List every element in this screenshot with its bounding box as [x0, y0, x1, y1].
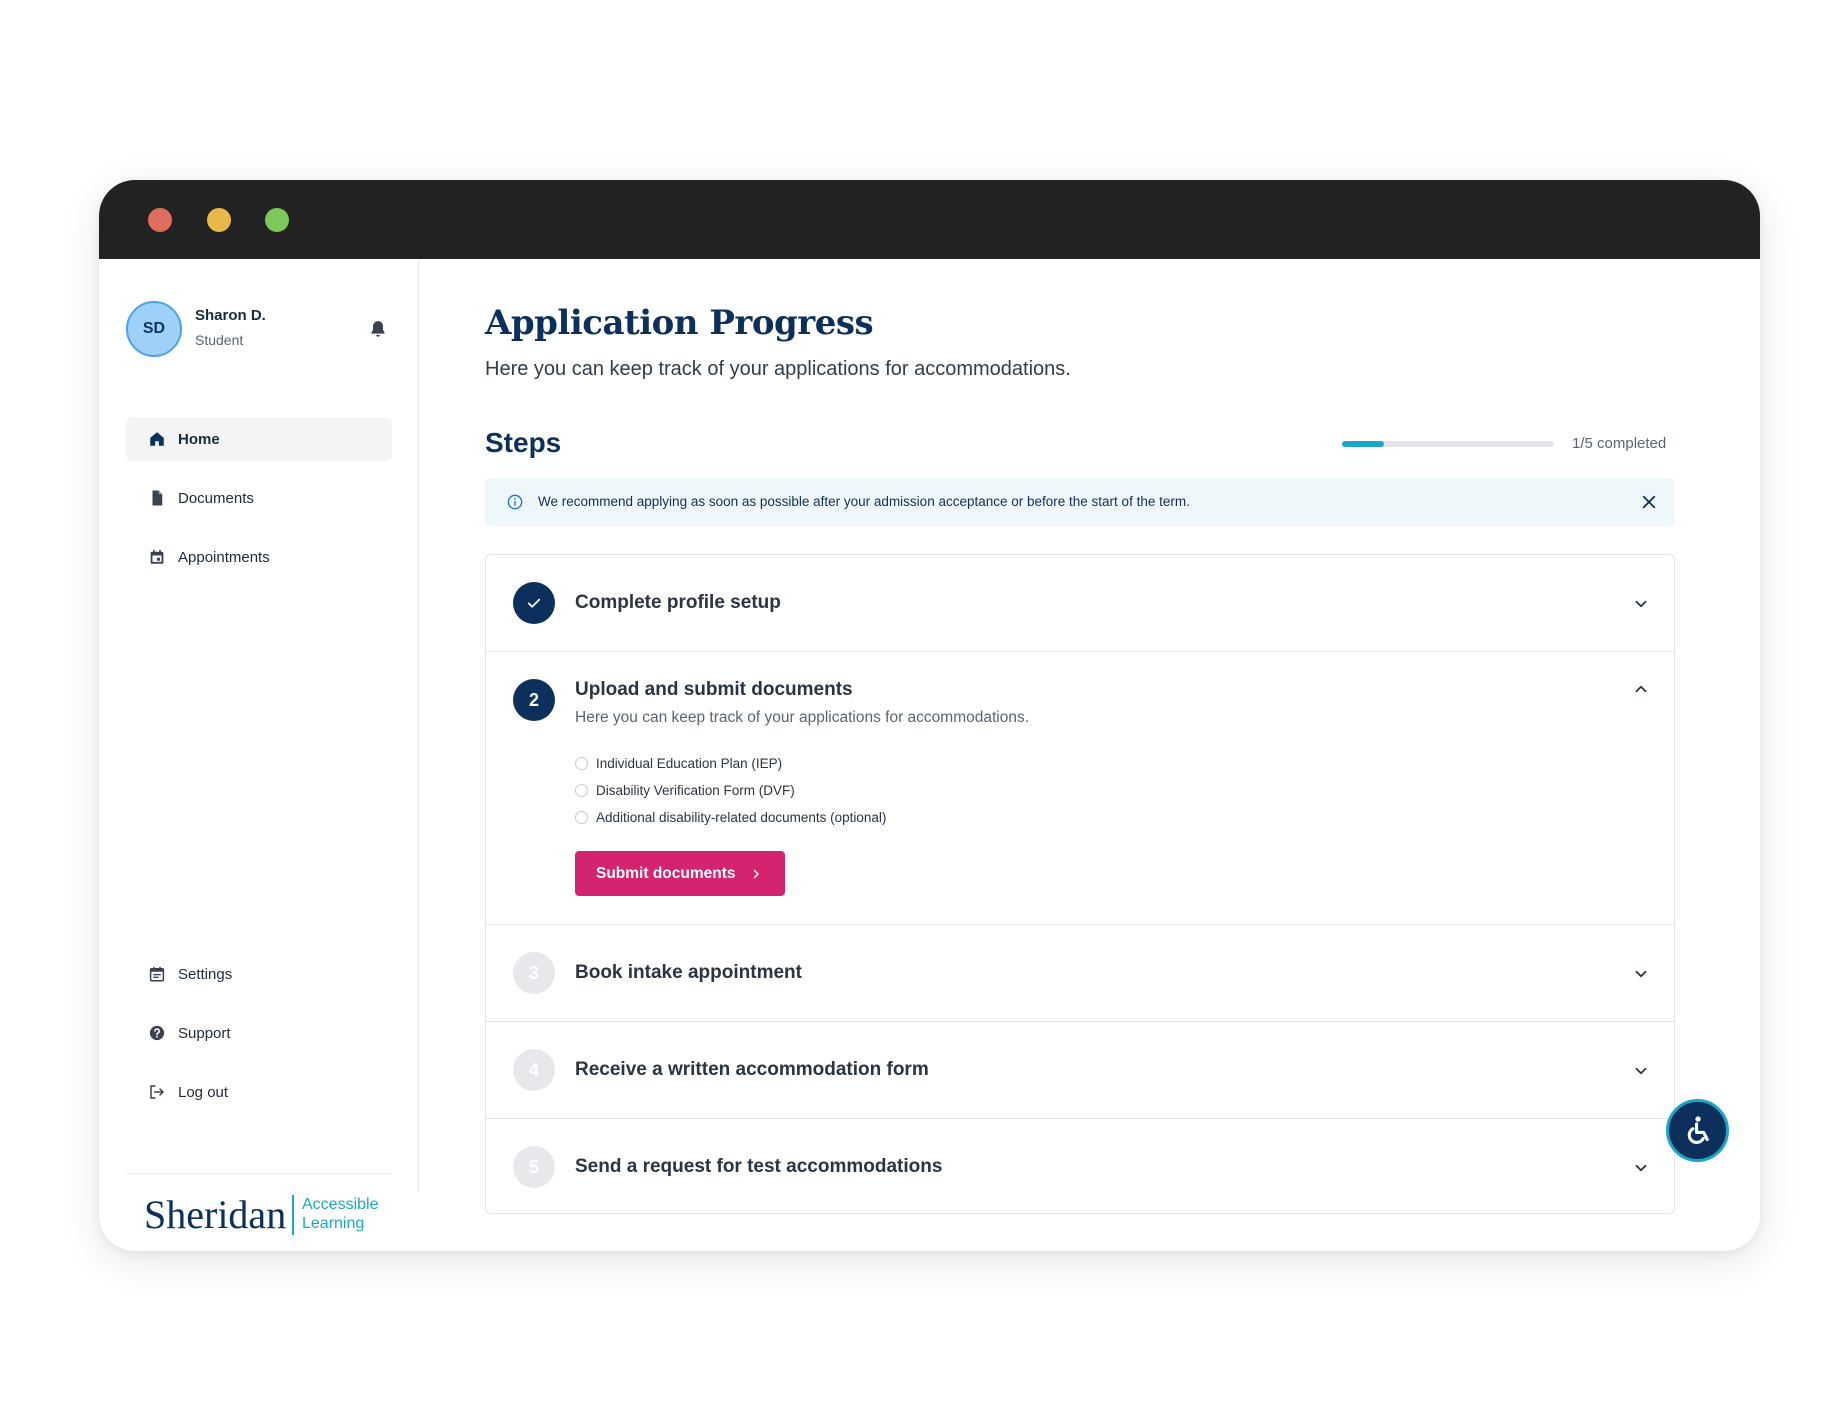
info-banner-message: We recommend applying as soon as possibl… — [538, 494, 1190, 509]
logo-tagline: Accessible Learning — [302, 1195, 378, 1233]
sidebar-item-settings[interactable]: Settings — [126, 952, 392, 996]
info-banner: We recommend applying as soon as possibl… — [485, 478, 1674, 526]
page-title: Application Progress — [485, 303, 874, 343]
step-test-accommodations[interactable]: 5 Send a request for test accommodations — [486, 1119, 1674, 1216]
status-radio — [575, 784, 588, 797]
logo-tagline-line2: Learning — [302, 1215, 365, 1232]
progress-bar — [1342, 441, 1554, 447]
step-description: Here you can keep track of your applicat… — [575, 709, 1030, 726]
step-upload-documents: 2 Upload and submit documents Here you c… — [486, 652, 1674, 925]
logo-tagline-line1: Accessible — [302, 1196, 379, 1213]
submit-documents-button[interactable]: Submit documents — [575, 851, 785, 896]
sidebar-item-home[interactable]: Home — [126, 417, 392, 461]
chevron-down-icon[interactable] — [1632, 965, 1650, 983]
step-title: Complete profile setup — [575, 592, 781, 613]
settings-icon — [149, 966, 165, 982]
minimize-window-button[interactable] — [207, 208, 231, 232]
chevron-right-icon — [753, 869, 759, 878]
sidebar-item-label: Support — [178, 1024, 231, 1042]
step-receive-form[interactable]: 4 Receive a written accommodation form — [486, 1022, 1674, 1119]
logo-wordmark: Sheridan — [144, 1192, 287, 1237]
main-content: Application Progress Here you can keep t… — [485, 259, 1755, 1214]
step-book-intake[interactable]: 3 Book intake appointment — [486, 925, 1674, 1022]
sidebar-item-logout[interactable]: Log out — [126, 1070, 392, 1114]
close-window-button[interactable] — [148, 208, 172, 232]
chevron-up-icon[interactable] — [1632, 680, 1650, 698]
user-role: Student — [195, 332, 244, 348]
step-title: Send a request for test accommodations — [575, 1156, 943, 1177]
step-title[interactable]: Upload and submit documents — [575, 679, 853, 701]
user-name: Sharon D. — [195, 307, 266, 324]
document-label: Disability Verification Form (DVF) — [596, 783, 795, 798]
document-label: Additional disability-related documents … — [596, 810, 887, 825]
checkmark-icon — [527, 598, 541, 608]
sidebar-item-label: Appointments — [178, 548, 270, 566]
step-number-badge: 5 — [513, 1146, 555, 1188]
page-subtitle: Here you can keep track of your applicat… — [485, 358, 1071, 380]
progress-bar-fill — [1342, 441, 1385, 447]
steps-list: Complete profile setup 2 Upload and subm… — [485, 554, 1675, 1214]
document-checklist-item: Additional disability-related documents … — [575, 810, 886, 825]
help-icon — [149, 1025, 165, 1041]
user-profile: SD Sharon D. Student — [126, 301, 396, 357]
logo-divider — [292, 1195, 294, 1235]
steps-heading: Steps — [485, 427, 562, 458]
step-number-badge: 4 — [513, 1049, 555, 1091]
chevron-down-icon[interactable] — [1632, 595, 1650, 613]
document-icon — [152, 490, 163, 506]
calendar-icon — [150, 549, 164, 564]
progress-label: 1/5 completed — [1572, 435, 1667, 452]
info-icon — [507, 494, 523, 510]
notification-bell-icon[interactable] — [368, 319, 388, 339]
step-number-badge: 2 — [513, 679, 555, 721]
logout-icon — [150, 1085, 164, 1099]
app-window: SD Sharon D. Student Home Documents Appo… — [99, 180, 1760, 1251]
sidebar-item-support[interactable]: Support — [126, 1011, 392, 1055]
document-label: Individual Education Plan (IEP) — [596, 756, 783, 771]
sidebar-item-label: Home — [178, 430, 220, 448]
sidebar-item-label: Settings — [178, 965, 233, 983]
document-checklist-item: Individual Education Plan (IEP) — [575, 756, 782, 771]
close-icon[interactable] — [1640, 493, 1658, 511]
sidebar-item-documents[interactable]: Documents — [126, 476, 392, 520]
avatar[interactable]: SD — [126, 301, 182, 357]
step-status-done — [513, 582, 555, 624]
sidebar: SD Sharon D. Student Home Documents Appo… — [99, 259, 419, 1237]
maximize-window-button[interactable] — [265, 208, 289, 232]
step-number-badge: 3 — [513, 952, 555, 994]
sidebar-item-appointments[interactable]: Appointments — [126, 535, 392, 579]
status-radio — [575, 811, 588, 824]
chevron-down-icon[interactable] — [1632, 1159, 1650, 1177]
home-icon — [150, 432, 164, 446]
sidebar-item-label: Log out — [178, 1083, 229, 1101]
wheelchair-icon — [1687, 1115, 1709, 1144]
chevron-down-icon[interactable] — [1632, 1062, 1650, 1080]
status-radio — [575, 757, 588, 770]
window-titlebar — [99, 180, 1760, 259]
accessibility-button[interactable] — [1666, 1099, 1729, 1162]
sidebar-divider — [126, 1173, 392, 1174]
step-title: Receive a written accommodation form — [575, 1059, 929, 1080]
document-checklist-item: Disability Verification Form (DVF) — [575, 783, 795, 798]
submit-button-label: Submit documents — [596, 864, 736, 882]
step-complete-profile[interactable]: Complete profile setup — [486, 555, 1674, 652]
step-title: Book intake appointment — [575, 962, 802, 983]
sidebar-item-label: Documents — [178, 489, 254, 507]
